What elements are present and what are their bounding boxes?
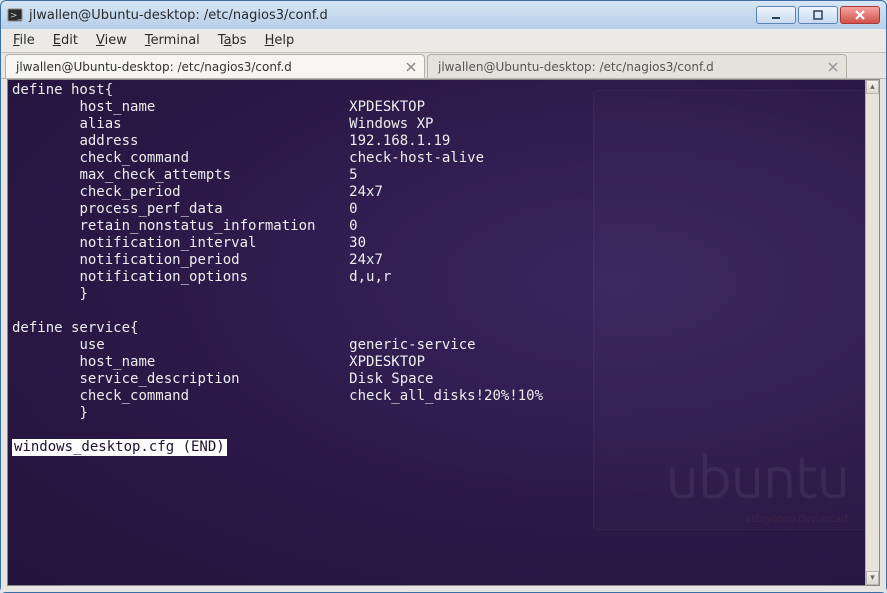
tab-label: jlwallen@Ubuntu-desktop: /etc/nagios3/co… bbox=[438, 60, 714, 74]
app-window: >_ jlwallen@Ubuntu-desktop: /etc/nagios3… bbox=[0, 0, 887, 593]
tab-close-icon[interactable] bbox=[826, 60, 840, 74]
svg-text:>_: >_ bbox=[10, 11, 23, 21]
menu-tabs[interactable]: Tabs bbox=[210, 31, 255, 50]
tabbar: jlwallen@Ubuntu-desktop: /etc/nagios3/co… bbox=[1, 53, 886, 79]
menu-help[interactable]: Help bbox=[257, 31, 303, 50]
titlebar[interactable]: >_ jlwallen@Ubuntu-desktop: /etc/nagios3… bbox=[1, 1, 886, 29]
tab-close-icon[interactable] bbox=[404, 60, 418, 74]
pager-end-line: windows_desktop.cfg (END) bbox=[12, 439, 227, 456]
window-controls bbox=[756, 6, 880, 24]
menubar: File Edit View Terminal Tabs Help bbox=[1, 29, 886, 53]
window-title: jlwallen@Ubuntu-desktop: /etc/nagios3/co… bbox=[29, 8, 756, 23]
tab-active[interactable]: jlwallen@Ubuntu-desktop: /etc/nagios3/co… bbox=[5, 54, 425, 78]
tab-label: jlwallen@Ubuntu-desktop: /etc/nagios3/co… bbox=[16, 60, 292, 74]
menu-edit[interactable]: Edit bbox=[45, 31, 86, 50]
logo-credit: astoyanov.deviantart bbox=[666, 513, 849, 525]
scrollbar-vertical[interactable]: ▴ ▾ bbox=[865, 80, 879, 585]
menu-view[interactable]: View bbox=[88, 31, 135, 50]
terminal-app-icon: >_ bbox=[7, 7, 23, 23]
menu-file[interactable]: File bbox=[5, 31, 43, 50]
menu-terminal[interactable]: Terminal bbox=[137, 31, 208, 50]
terminal[interactable]: ubuntu astoyanov.deviantart define host{… bbox=[7, 79, 880, 586]
scroll-track[interactable] bbox=[866, 94, 879, 571]
tab-inactive[interactable]: jlwallen@Ubuntu-desktop: /etc/nagios3/co… bbox=[427, 54, 847, 78]
scroll-down-button[interactable]: ▾ bbox=[866, 571, 879, 585]
minimize-button[interactable] bbox=[756, 6, 796, 24]
terminal-container: ubuntu astoyanov.deviantart define host{… bbox=[1, 79, 886, 592]
terminal-output: define host{ host_name XPDESKTOP alias W… bbox=[8, 80, 879, 458]
maximize-button[interactable] bbox=[798, 6, 838, 24]
close-button[interactable] bbox=[840, 6, 880, 24]
scroll-up-button[interactable]: ▴ bbox=[866, 80, 879, 94]
